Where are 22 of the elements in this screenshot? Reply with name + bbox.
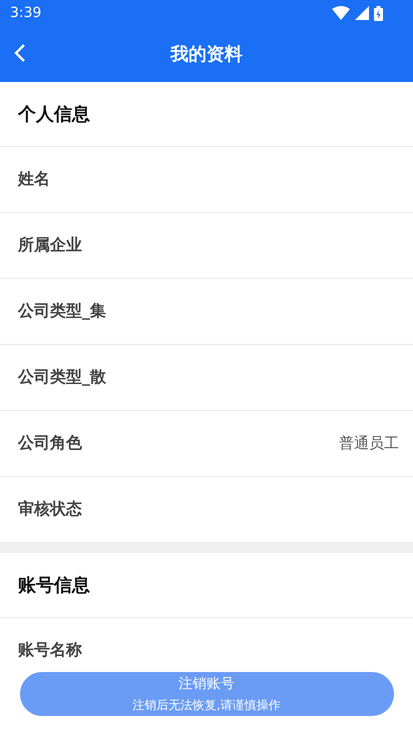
wifi-icon bbox=[332, 6, 350, 20]
back-icon bbox=[14, 44, 26, 62]
row-value: 普通员工 bbox=[339, 434, 399, 453]
info-row[interactable]: 姓名 bbox=[0, 147, 413, 213]
battery-icon bbox=[374, 6, 383, 20]
row-label: 审核状态 bbox=[18, 499, 82, 520]
row-label: 公司类型_集 bbox=[18, 301, 106, 322]
row-label: 账号名称 bbox=[18, 640, 82, 660]
row-label: 公司角色 bbox=[18, 433, 82, 454]
row-label: 公司类型_散 bbox=[18, 367, 106, 388]
section-title: 账号信息 bbox=[18, 574, 90, 597]
info-row[interactable]: 所属企业 bbox=[0, 213, 413, 279]
section-title: 个人信息 bbox=[18, 103, 90, 126]
info-row[interactable]: 公司类型_散 bbox=[0, 345, 413, 411]
info-row[interactable]: 公司类型_集 bbox=[0, 279, 413, 345]
row-label: 所属企业 bbox=[18, 235, 82, 256]
info-row[interactable]: 公司角色 普通员工 bbox=[0, 411, 413, 477]
signal-icon bbox=[355, 6, 369, 20]
page-title: 我的资料 bbox=[170, 43, 242, 66]
row-label: 姓名 bbox=[18, 169, 50, 190]
info-row[interactable]: 审核状态 bbox=[0, 477, 413, 543]
status-time: 3:39 bbox=[10, 5, 42, 21]
